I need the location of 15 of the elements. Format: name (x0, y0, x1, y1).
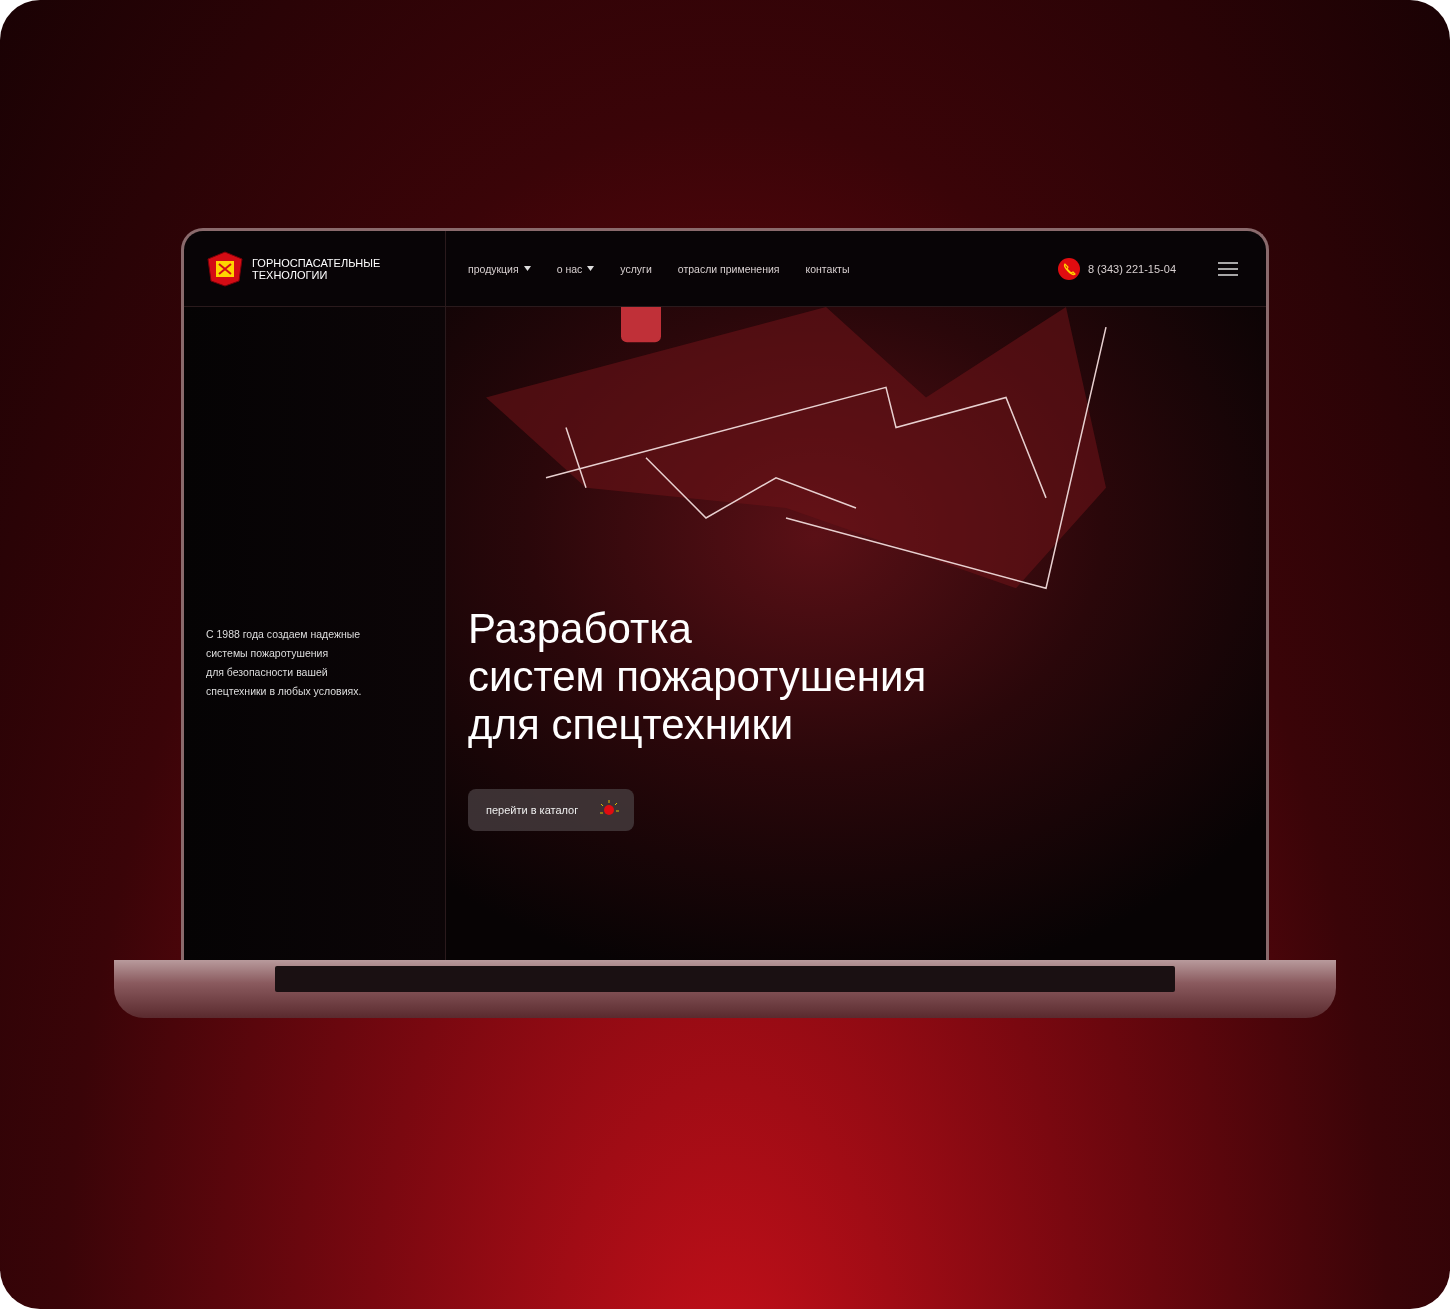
shield-logo-icon (206, 250, 244, 287)
logo-text: ГОРНОСПАСАТЕЛЬНЫЕ ТЕХНОЛОГИИ (252, 256, 381, 281)
nav-link[interactable]: контакты (805, 262, 850, 275)
intro-paragraph: С 1988 года создаем надежные системы пожаротушения для безопасности вашей спецтехники в любых условиях. (206, 627, 362, 699)
nav-link[interactable]: услуги (620, 262, 652, 275)
caret-icon (587, 266, 595, 271)
nav-link[interactable]: продукция (468, 262, 531, 275)
catalog-button[interactable]: перейти в каталог (468, 789, 634, 831)
phone-number: 8 (343) 221-15-04 (1087, 262, 1176, 275)
caret-icon (523, 266, 531, 271)
nav-link[interactable]: о нас (556, 262, 595, 275)
nav-link[interactable]: отрасли применения (677, 262, 780, 275)
menu-icon[interactable] (1218, 261, 1238, 276)
hero-headline: Разработка систем пожаротушения для спецтехники (468, 605, 928, 749)
phone-icon (1057, 257, 1080, 280)
